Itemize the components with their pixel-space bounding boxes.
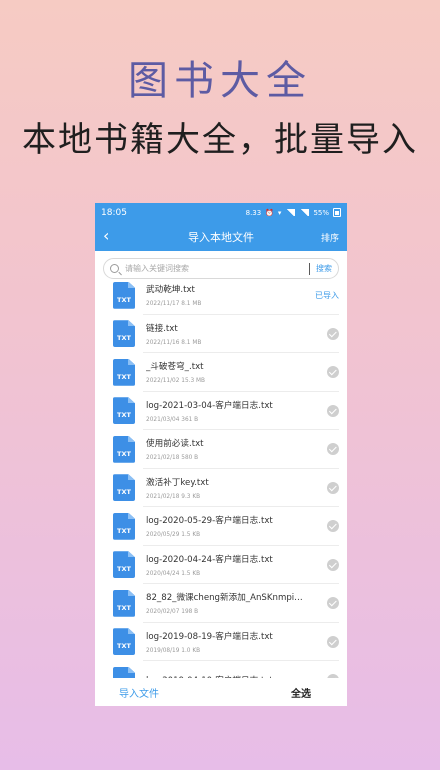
imported-status: 已导入 <box>315 290 339 300</box>
checkbox-icon[interactable] <box>327 366 339 379</box>
file-name: log-2021-03-04-客户端日志.txt <box>146 400 273 411</box>
file-date: 2021/02/18 <box>146 493 180 500</box>
file-name: _斗破苍穹_.txt <box>146 362 204 373</box>
file-row[interactable]: TXT _斗破苍穹_.txt 2022/11/02 15.3 MB <box>95 353 347 392</box>
checkbox-icon[interactable] <box>327 481 339 494</box>
checkbox-icon[interactable] <box>327 597 339 610</box>
checkbox-icon[interactable] <box>327 404 339 417</box>
file-size: 1.0 KB <box>181 647 201 654</box>
txt-file-icon: TXT <box>113 589 135 617</box>
file-date: 2022/11/02 <box>146 378 180 385</box>
txt-file-icon: TXT <box>113 281 135 309</box>
file-list: TXT 武动乾坤.txt 2022/11/17 8.1 MB 已导入 TXT 链接.txt… <box>95 276 347 678</box>
file-row[interactable]: TXT 使用前必读.txt 2021/02/18 580 B <box>95 430 347 469</box>
file-name: log-2020-05-29-客户端日志.txt <box>146 516 273 527</box>
search-placeholder: 请输入关键词搜索 <box>125 264 189 273</box>
promo-subtitle: 本地书籍大全，批量导入 <box>22 120 418 160</box>
checkbox-icon[interactable] <box>327 520 339 533</box>
file-size: 1.5 KB <box>181 570 201 577</box>
page-title: 导入本地文件 <box>188 230 254 244</box>
signal-icon <box>285 209 296 216</box>
file-size: 15.3 MB <box>181 378 205 385</box>
search-button[interactable]: 搜索 <box>316 263 332 274</box>
file-date: 2019/08/19 <box>146 647 180 654</box>
file-date: 2020/04/24 <box>146 570 180 577</box>
checkbox-icon[interactable] <box>327 558 339 571</box>
file-size: 1.5 KB <box>181 532 201 539</box>
search-divider <box>309 262 310 275</box>
txt-file-icon: TXT <box>113 666 135 678</box>
checkbox-icon[interactable] <box>327 635 339 648</box>
file-date: 2021/03/04 <box>146 416 180 423</box>
bottom-bar: 导入文件 全选 <box>95 678 347 706</box>
file-date: 2022/11/17 <box>146 301 180 308</box>
select-all-button[interactable]: 全选 <box>291 685 311 700</box>
file-row[interactable]: TXTlog-2019-04-10-客户端日志.txt <box>95 661 347 678</box>
promo-title: 图书大全 <box>128 58 312 104</box>
file-row[interactable]: TXT 链接.txt 2022/11/16 8.1 MB <box>95 315 347 354</box>
sort-button[interactable]: 排序 <box>321 231 339 244</box>
battery-icon <box>333 208 341 217</box>
search-icon <box>110 264 119 273</box>
file-row[interactable]: TXT 武动乾坤.txt 2022/11/17 8.1 MB 已导入 <box>95 276 347 315</box>
file-date: 2020/05/29 <box>146 532 180 539</box>
alarm-icon: ⏰ <box>265 208 274 217</box>
file-date: 2020/02/07 <box>146 609 180 616</box>
network-speed: 8.33 <box>245 208 262 217</box>
file-name: 链接.txt <box>146 323 178 334</box>
battery-percent: 55% <box>313 208 329 217</box>
txt-file-icon: TXT <box>113 397 135 425</box>
file-name: 激活补丁key.txt <box>146 477 209 488</box>
file-row[interactable]: TXT log-2020-04-24-客户端日志.txt 2020/04/24 1.… <box>95 546 347 585</box>
file-row[interactable]: TXT log-2019-08-19-客户端日志.txt 2019/08/19 1.… <box>95 623 347 662</box>
checkbox-icon[interactable] <box>327 327 339 340</box>
file-name: log-2020-04-24-客户端日志.txt <box>146 554 273 565</box>
txt-file-icon: TXT <box>113 551 135 579</box>
file-name: log-2019-08-19-客户端日志.txt <box>146 631 273 642</box>
phone-screen: 18:05 8.33 ⏰ ▾ 55% ‹ 导入本地文件 排序 请输入关键词搜索 … <box>95 203 347 706</box>
file-name: 使用前必读.txt <box>146 439 204 450</box>
file-date: 2022/11/16 <box>146 339 180 346</box>
app-bar: ‹ 导入本地文件 排序 <box>95 222 347 251</box>
status-time: 18:05 <box>101 207 127 218</box>
txt-file-icon: TXT <box>113 474 135 502</box>
file-row[interactable]: TXT 82_82_微课cheng新添加_AnSKnmpi8... 2020/02/… <box>95 584 347 623</box>
file-row[interactable]: TXT log-2020-05-29-客户端日志.txt 2020/05/29 1.… <box>95 507 347 546</box>
file-size: 198 B <box>181 609 199 616</box>
signal-icon-2 <box>299 209 310 216</box>
txt-file-icon: TXT <box>113 512 135 540</box>
file-name: 武动乾坤.txt <box>146 285 195 296</box>
file-name: 82_82_微课cheng新添加_AnSKnmpi8... <box>146 593 306 604</box>
txt-file-icon: TXT <box>113 320 135 348</box>
file-row[interactable]: TXT 激活补丁key.txt 2021/02/18 9.3 KB <box>95 469 347 508</box>
file-size: 361 B <box>181 416 199 423</box>
import-files-button[interactable]: 导入文件 <box>119 685 159 700</box>
file-size: 9.3 KB <box>181 493 201 500</box>
checkbox-icon[interactable] <box>327 443 339 456</box>
file-size: 580 B <box>181 455 199 462</box>
txt-file-icon: TXT <box>113 628 135 656</box>
back-icon[interactable]: ‹ <box>103 228 117 244</box>
status-bar: 18:05 8.33 ⏰ ▾ 55% <box>95 203 347 222</box>
file-date: 2021/02/18 <box>146 455 180 462</box>
file-size: 8.1 MB <box>181 339 202 346</box>
txt-file-icon: TXT <box>113 358 135 386</box>
txt-file-icon: TXT <box>113 435 135 463</box>
file-size: 8.1 MB <box>181 301 202 308</box>
wifi-icon: ▾ <box>277 208 282 217</box>
file-row[interactable]: TXT log-2021-03-04-客户端日志.txt 2021/03/04 36… <box>95 392 347 431</box>
